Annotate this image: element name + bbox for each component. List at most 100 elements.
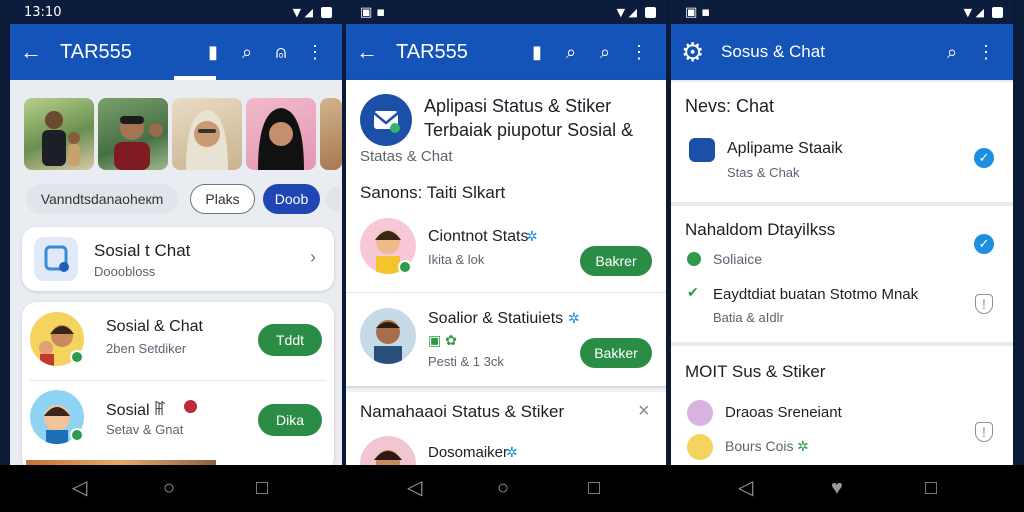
photo-thumb[interactable]	[172, 98, 242, 170]
app-title: TAR555	[60, 40, 132, 63]
news-chat-section: Nevs: Chat Aplipame Staaik Staꜱ & Chak ✓	[671, 82, 1013, 202]
book-icon[interactable]: ▮	[520, 42, 554, 63]
search-icon[interactable]: ⌕	[935, 42, 969, 63]
app-bar: ← TAR555 ▮ ⌕ ⍝ ⋮	[10, 24, 342, 80]
nav-recents-icon[interactable]: □	[925, 478, 937, 498]
chat-row-subtitle: Dooobloss	[94, 264, 156, 279]
person-photo-icon	[114, 116, 163, 170]
chat-search-icon[interactable]: ⌕	[554, 42, 588, 63]
recommended-title: Namahaaoi Status & Stiker	[360, 402, 565, 421]
search-icon[interactable]: ⌕	[588, 42, 622, 63]
check-icon[interactable]: ✓	[974, 148, 994, 168]
row-label: Soliaice	[713, 251, 763, 267]
nav-back-icon[interactable]: ◁	[407, 478, 422, 498]
profile-icon[interactable]: ⍝	[264, 42, 298, 63]
app-detail-title-2: Terbaiak piupotur Sosial &	[424, 120, 634, 140]
chip-overflow	[326, 187, 340, 211]
photo-thumb[interactable]	[320, 98, 342, 170]
avatar	[360, 308, 416, 364]
recommended-card: Namahaaoi Status & Stiker × Dosomaiker ✲	[346, 392, 666, 465]
details-section: Nahaldom Dtayilkss ✓ Soliaice ✔ Eaydtdia…	[671, 206, 1013, 342]
screen-2: ▣ ▪ ▼ ◢ ← TAR555 ▮ ⌕ ⌕ ⋮ Aplipasi Status…	[346, 0, 666, 465]
divider	[346, 292, 666, 293]
app-bar: ← TAR555 ▮ ⌕ ⌕ ⋮	[346, 24, 666, 80]
status-bar: ▣ ▪ ▼ ◢	[671, 0, 1013, 24]
shield-icon[interactable]: !	[975, 422, 993, 442]
photo-thumb[interactable]	[24, 98, 94, 170]
app-detail-subtitle: Statas & Chat	[360, 148, 453, 165]
add-sticker-button[interactable]: Bakrer	[580, 246, 652, 276]
system-nav-bar	[0, 465, 1024, 512]
more-vert-icon[interactable]: ⋮	[298, 42, 332, 63]
item-subtitle: Setav & Gnat	[106, 422, 184, 437]
item-title: Sosial & Chat	[106, 318, 203, 335]
item-title: Soalior & Statiuiets	[428, 310, 564, 327]
chat-app-icon	[34, 237, 78, 281]
app-icon	[689, 138, 715, 162]
settings-gear-icon[interactable]: ⚙	[681, 37, 711, 68]
status-time: 13:10	[24, 4, 62, 20]
arrow-back-icon[interactable]: ←	[20, 39, 42, 65]
add-sticker-button[interactable]: Bakker	[580, 338, 652, 368]
nav-recents-icon[interactable]: □	[588, 478, 600, 498]
verified-badge-icon	[70, 350, 84, 364]
app-detail-card: Aplipasi Status & Stiker Terbaiak piupot…	[346, 80, 666, 386]
section-title: Nahaldom Dtayilkss	[685, 220, 836, 239]
search-icon[interactable]: ⌕	[230, 42, 264, 63]
person-photo-icon	[258, 108, 304, 170]
verified-icon: ✲	[797, 438, 809, 454]
battery-icon	[992, 6, 1003, 18]
check-green-icon: ✔	[687, 284, 699, 300]
divider	[30, 380, 326, 381]
photo-thumb[interactable]	[246, 98, 316, 170]
nav-recents-icon[interactable]: □	[256, 478, 268, 498]
status-icons: ▼ ◢	[964, 6, 1003, 19]
screen-1: 13:10 ▼ ◢ ← TAR555 ▮ ⌕ ⍝ ⋮ Vanndtsdanaoh…	[10, 0, 342, 465]
verified-badge-icon	[70, 428, 84, 442]
battery-icon	[645, 6, 656, 18]
app-detail-title-1: Aplipasi Status & Stiker	[424, 96, 612, 116]
nav-back-icon[interactable]: ◁	[72, 478, 87, 498]
check-icon[interactable]: ✓	[974, 234, 994, 254]
filter-chip[interactable]: Vanndtsdanaoheкm	[26, 184, 178, 214]
avatar	[687, 434, 713, 460]
status-bar: 13:10 ▼ ◢	[10, 0, 342, 24]
nav-home-icon[interactable]: ○	[497, 478, 509, 498]
arrow-back-icon[interactable]: ←	[356, 39, 378, 65]
close-icon[interactable]: ×	[638, 400, 650, 423]
chat-row-title: Sosial t Chat	[94, 241, 191, 260]
status-bar: ▣ ▪ ▼ ◢	[346, 0, 666, 24]
nav-home-heart-icon[interactable]: ♥	[831, 478, 843, 498]
section-title: Sanons: Taiti Slkart	[360, 183, 506, 202]
section-title: MOIT Sus & Stiker	[685, 362, 826, 381]
section-title: Nevs: Chat	[685, 96, 775, 116]
more-vert-icon[interactable]: ⋮	[622, 42, 656, 63]
chevron-right-icon: ›	[310, 247, 316, 267]
nav-home-icon[interactable]: ○	[163, 478, 175, 498]
book-icon[interactable]: ▮	[196, 42, 230, 63]
item-subtitle: Ikita & lok	[428, 252, 485, 267]
verified-icon: ✲	[506, 444, 518, 460]
more-vert-icon[interactable]: ⋮	[969, 42, 1003, 63]
add-sticker-button[interactable]: Tddt	[258, 324, 322, 356]
nav-back-icon[interactable]: ◁	[738, 478, 753, 498]
sticker-tags-icon: ▣ ✿	[428, 332, 457, 348]
active-tab-indicator	[174, 76, 216, 80]
status-notification-icons: ▣ ▪	[685, 4, 711, 20]
green-dot-icon	[687, 252, 701, 266]
chat-row-card[interactable]: Sosial t Chat Dooobloss ›	[22, 227, 334, 291]
row-title: Draoas Sreneiant	[725, 404, 842, 421]
item-title: Ciontnot Stats	[428, 228, 529, 245]
add-sticker-button[interactable]: Dika	[258, 404, 322, 436]
filter-chip[interactable]: Plaks	[190, 184, 255, 214]
item-title: Sosial ꂵ	[106, 402, 167, 419]
shield-icon[interactable]: !	[975, 294, 993, 314]
avatar	[687, 400, 713, 426]
screenshot-root: 13:10 ▼ ◢ ← TAR555 ▮ ⌕ ⍝ ⋮ Vanndtsdanaoh…	[0, 0, 1024, 512]
person-photo-icon	[42, 111, 80, 166]
status-notification-icons: ▣ ▪	[360, 4, 386, 20]
item-title: Dosomaiker	[428, 444, 509, 461]
filter-chip-selected[interactable]: Doob	[263, 184, 320, 214]
photo-thumb[interactable]	[98, 98, 168, 170]
app-logo-icon	[360, 94, 412, 146]
